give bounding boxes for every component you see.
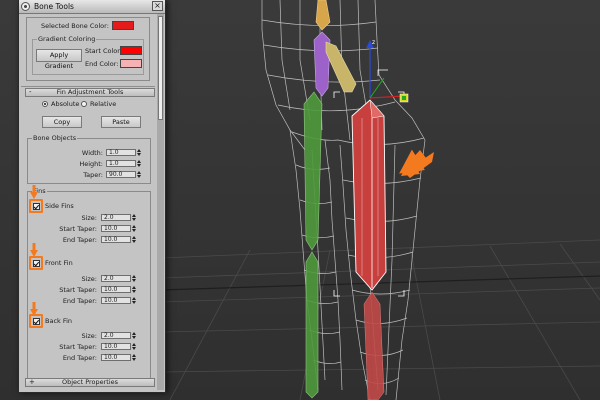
spinner-arrows-icon[interactable] [132,275,137,282]
front-start-taper-label: Start Taper: [59,286,97,294]
object-properties-title: Object Properties [61,378,119,386]
selected-bone-color-swatch[interactable] [112,21,134,30]
shin-bone-green [305,251,319,399]
bone-color-section: Selected Bone Color: Gradient Coloring A… [26,17,150,81]
close-button[interactable]: × [152,1,163,11]
selected-bone-color-label: Selected Bone Color: [41,22,109,30]
back-start-taper-input[interactable]: 10.0 [101,343,131,350]
side-end-taper-label: End Taper: [62,236,97,244]
side-end-taper-input[interactable]: 10.0 [101,236,131,243]
width-input[interactable]: 1.0 [106,149,136,156]
panel-content: Selected Bone Color: Gradient Coloring A… [21,14,155,390]
scrollbar-thumb[interactable] [158,16,163,120]
gradient-coloring-label: Gradient Coloring [37,35,97,43]
back-end-taper-input[interactable]: 10.0 [101,354,131,361]
spinner-arrows-icon[interactable] [137,171,142,178]
taper-label: Taper: [83,171,103,179]
window-title: Bone Tools [34,2,74,11]
end-color-swatch[interactable] [120,59,142,68]
front-end-taper-label: End Taper: [62,297,97,305]
panel-scrollbar[interactable] [157,14,164,390]
spinner-arrows-icon[interactable] [132,236,137,243]
side-start-taper-input[interactable]: 10.0 [101,225,131,232]
side-size-input[interactable]: 2.0 [101,214,131,221]
svg-text:z: z [372,39,375,46]
spinner-arrows-icon[interactable] [137,160,142,167]
height-label: Height: [79,160,103,168]
spinner-arrows-icon[interactable] [137,149,142,156]
front-fin-checkbox[interactable] [32,259,40,267]
front-end-taper-input[interactable]: 10.0 [101,297,131,304]
back-end-taper-label: End Taper: [62,354,97,362]
fin-adjustment-title: Fin Adjustment Tools [56,88,124,96]
arrow-down-icon [30,185,38,199]
spinner-arrows-icon[interactable] [132,297,137,304]
side-start-taper-label: Start Taper: [59,225,97,233]
side-fins-checkbox[interactable] [32,202,40,210]
spinner-arrows-icon[interactable] [132,343,137,350]
bone-objects-label: Bone Objects [32,134,78,142]
selected-thigh-bone [351,99,387,291]
apply-gradient-button[interactable]: Apply Gradient [36,49,82,70]
front-start-taper-input[interactable]: 10.0 [101,286,131,293]
back-size-label: Size: [81,332,97,340]
taper-input[interactable]: 90.0 [106,171,136,178]
front-size-label: Size: [81,275,97,283]
paste-button[interactable]: Paste [101,116,141,128]
gradient-coloring-group: Gradient Coloring Apply Gradient Start C… [32,35,144,75]
arrow-down-icon [30,243,38,257]
spinner-arrows-icon[interactable] [132,225,137,232]
front-size-input[interactable]: 2.0 [101,275,131,282]
side-fins-label: Side Fins [45,202,74,210]
back-start-taper-label: Start Taper: [59,343,97,351]
pelvis-bone-purple [313,31,331,97]
relative-label: Relative [90,100,117,108]
section-divider [21,86,155,87]
end-color-label: End Color: [85,60,119,68]
spinner-arrows-icon[interactable] [132,354,137,361]
back-size-input[interactable]: 2.0 [101,332,131,339]
absolute-radio[interactable] [42,101,48,107]
bone-tools-window: Bone Tools × Selected Bone Color: Gradie… [18,0,166,393]
bone-objects-group: Bone Objects Width: 1.0 Height: 1.0 Tape… [27,134,151,184]
back-fin-label: Back Fin [45,317,73,325]
window-titlebar[interactable]: Bone Tools × [19,0,165,14]
spinner-arrows-icon[interactable] [132,332,137,339]
spinner-arrows-icon[interactable] [132,286,137,293]
start-color-label: Start Color: [85,47,122,55]
side-size-label: Size: [81,214,97,222]
back-fin-checkbox[interactable] [32,317,40,325]
copy-button[interactable]: Copy [42,116,82,128]
start-color-swatch[interactable] [120,46,142,55]
spinner-arrows-icon[interactable] [132,214,137,221]
object-properties-rollout-header[interactable]: + Object Properties [25,378,155,387]
width-label: Width: [81,149,103,157]
fin-adjustment-rollout-header[interactable]: - Fin Adjustment Tools [25,88,155,97]
relative-radio[interactable] [81,101,87,107]
front-fin-label: Front Fin [45,259,73,267]
height-input[interactable]: 1.0 [106,160,136,167]
app-icon [21,2,30,11]
absolute-label: Absolute [51,100,80,108]
